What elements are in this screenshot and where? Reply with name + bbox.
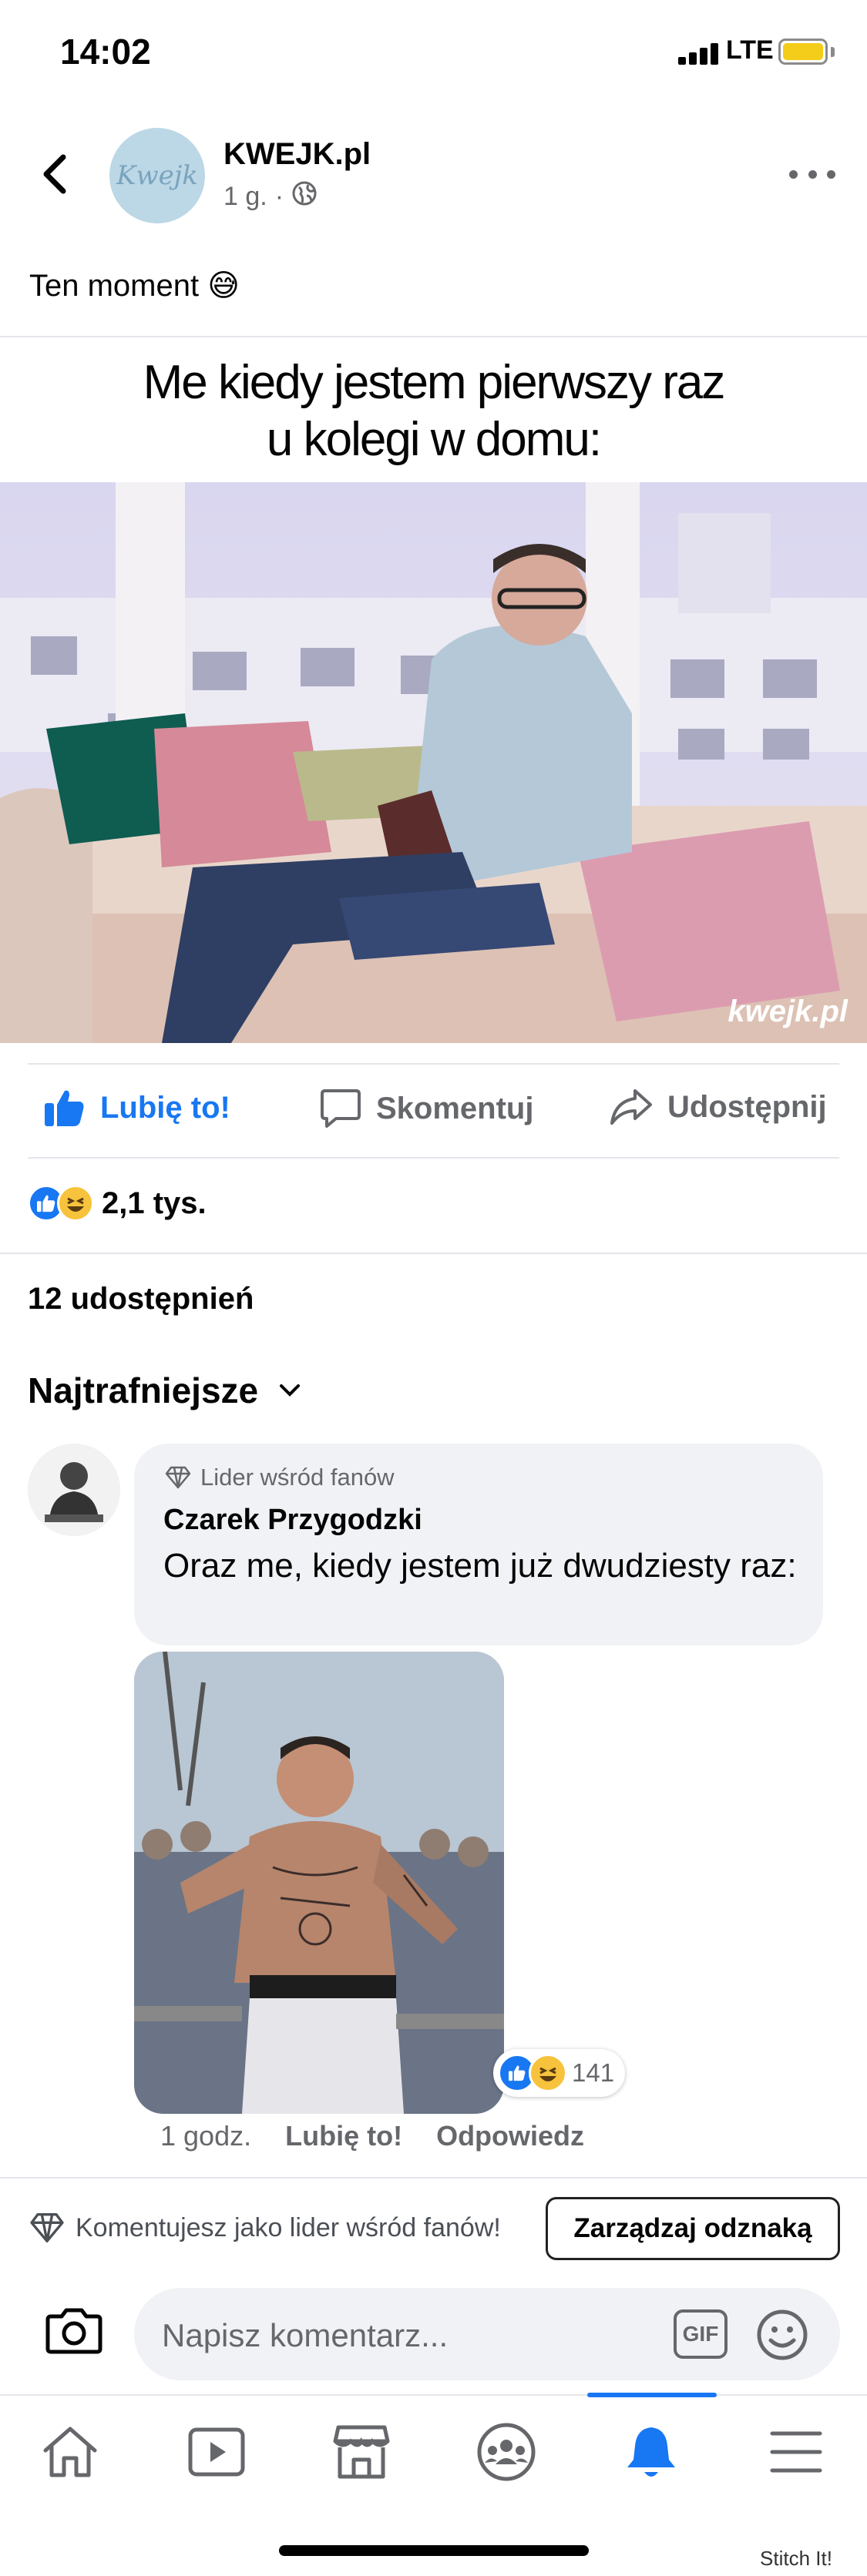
bell-icon <box>627 2427 675 2477</box>
fan-status-text: Komentujesz jako lider wśród fanów! <box>29 2212 501 2243</box>
stitch-watermark: Stitch It! <box>760 2547 832 2570</box>
home-icon <box>43 2427 97 2477</box>
commenter-name[interactable]: Czarek Przygodzki <box>163 1504 422 1537</box>
globe-icon <box>291 180 318 213</box>
comment-button[interactable]: Skomentuj <box>319 1088 533 1129</box>
marketplace-icon <box>333 2425 390 2479</box>
reactions-summary[interactable]: 2,1 tys. <box>28 1185 207 1222</box>
signal-icon <box>678 43 720 65</box>
more-options-icon[interactable] <box>789 159 835 190</box>
page-avatar[interactable]: Kwejk <box>109 128 205 223</box>
diamond-icon <box>165 1466 191 1489</box>
back-icon[interactable] <box>39 151 69 197</box>
meta-separator: · <box>274 182 284 211</box>
comment-icon <box>321 1089 361 1128</box>
comment-sort-dropdown[interactable]: Najtrafniejsze <box>28 1370 301 1411</box>
network-label: LTE <box>726 35 774 65</box>
thumbs-up-icon <box>45 1090 84 1126</box>
tab-home[interactable] <box>35 2419 105 2485</box>
page-avatar-logo: Kwejk <box>116 160 198 191</box>
post-text: Ten moment 😅 <box>29 269 240 303</box>
meme-caption-area: Me kiedy jestem pierwszy raz u kolegi w … <box>0 339 867 482</box>
tab-notifications[interactable] <box>617 2419 686 2485</box>
divider <box>0 1253 867 1254</box>
menu-icon <box>770 2431 822 2473</box>
commenter-avatar[interactable] <box>28 1444 120 1536</box>
divider <box>28 1157 839 1159</box>
divider <box>28 1063 839 1065</box>
divider <box>0 336 867 337</box>
camera-icon[interactable] <box>45 2306 103 2359</box>
video-icon <box>188 2427 245 2477</box>
chevron-down-icon <box>280 1384 301 1397</box>
photo-reaction-count: 141 <box>572 2058 615 2087</box>
comment-reply-button[interactable]: Odpowiedz <box>436 2120 584 2152</box>
comment-text: Oraz me, kiedy jestem już dwudziesty raz… <box>163 1547 797 1585</box>
share-button[interactable]: Udostępnij <box>609 1088 827 1126</box>
comment-photo[interactable] <box>134 1652 504 2114</box>
active-tab-indicator <box>587 2393 717 2397</box>
emoji-icon[interactable] <box>755 2308 809 2366</box>
meme-photo[interactable]: kwejk.pl <box>0 482 867 1043</box>
diamond-icon <box>30 2213 64 2242</box>
sort-label: Najtrafniejsze <box>28 1370 259 1410</box>
meme-watermark: kwejk.pl <box>728 995 849 1028</box>
like-button[interactable]: Lubię to! <box>43 1088 230 1128</box>
share-icon <box>610 1089 652 1125</box>
photo-reactions[interactable]: 141 <box>493 2049 626 2097</box>
share-label: Udostępnij <box>667 1089 827 1124</box>
battery-icon <box>778 39 828 65</box>
top-fan-badge: Lider wśród fanów <box>165 1464 395 1491</box>
comment-actions: 1 godz. Lubię to! Odpowiedz <box>160 2120 584 2152</box>
battery-tip <box>831 47 835 57</box>
tab-groups[interactable] <box>472 2419 541 2485</box>
haha-reaction-icon <box>57 1185 94 1222</box>
post-time[interactable]: 1 g. <box>223 182 267 212</box>
home-indicator <box>279 2545 589 2556</box>
tab-watch[interactable] <box>182 2419 251 2485</box>
reaction-count: 2,1 tys. <box>102 1186 207 1220</box>
like-label: Lubię to! <box>100 1090 230 1125</box>
comment-label: Skomentuj <box>376 1091 534 1125</box>
manage-badge-button[interactable]: Zarządzaj odznaką <box>546 2197 840 2260</box>
groups-icon <box>477 2423 536 2481</box>
post-action-bar: Lubię to! Skomentuj Udostępnij <box>0 1066 867 1157</box>
page-name[interactable]: KWEJK.pl <box>223 137 371 172</box>
haha-reaction-icon <box>529 2054 567 2092</box>
shares-count[interactable]: 12 udostępnień <box>28 1282 254 1317</box>
gif-button[interactable]: GIF <box>674 2309 728 2359</box>
comment-time: 1 godz. <box>160 2120 252 2152</box>
meme-caption-line1: Me kiedy jestem pierwszy raz <box>143 356 726 409</box>
meme-caption-line2: u kolegi w domu: <box>266 413 602 466</box>
fan-status-label: Komentujesz jako lider wśród fanów! <box>76 2212 501 2242</box>
comment-like-button[interactable]: Lubię to! <box>285 2120 402 2152</box>
tab-menu[interactable] <box>761 2419 831 2485</box>
comment-input-placeholder: Napisz komentarz... <box>162 2317 449 2353</box>
post-meta: 1 g. · <box>223 180 318 213</box>
tab-marketplace[interactable] <box>327 2419 396 2485</box>
badge-label: Lider wśród fanów <box>200 1464 395 1491</box>
status-time: 14:02 <box>60 32 151 72</box>
